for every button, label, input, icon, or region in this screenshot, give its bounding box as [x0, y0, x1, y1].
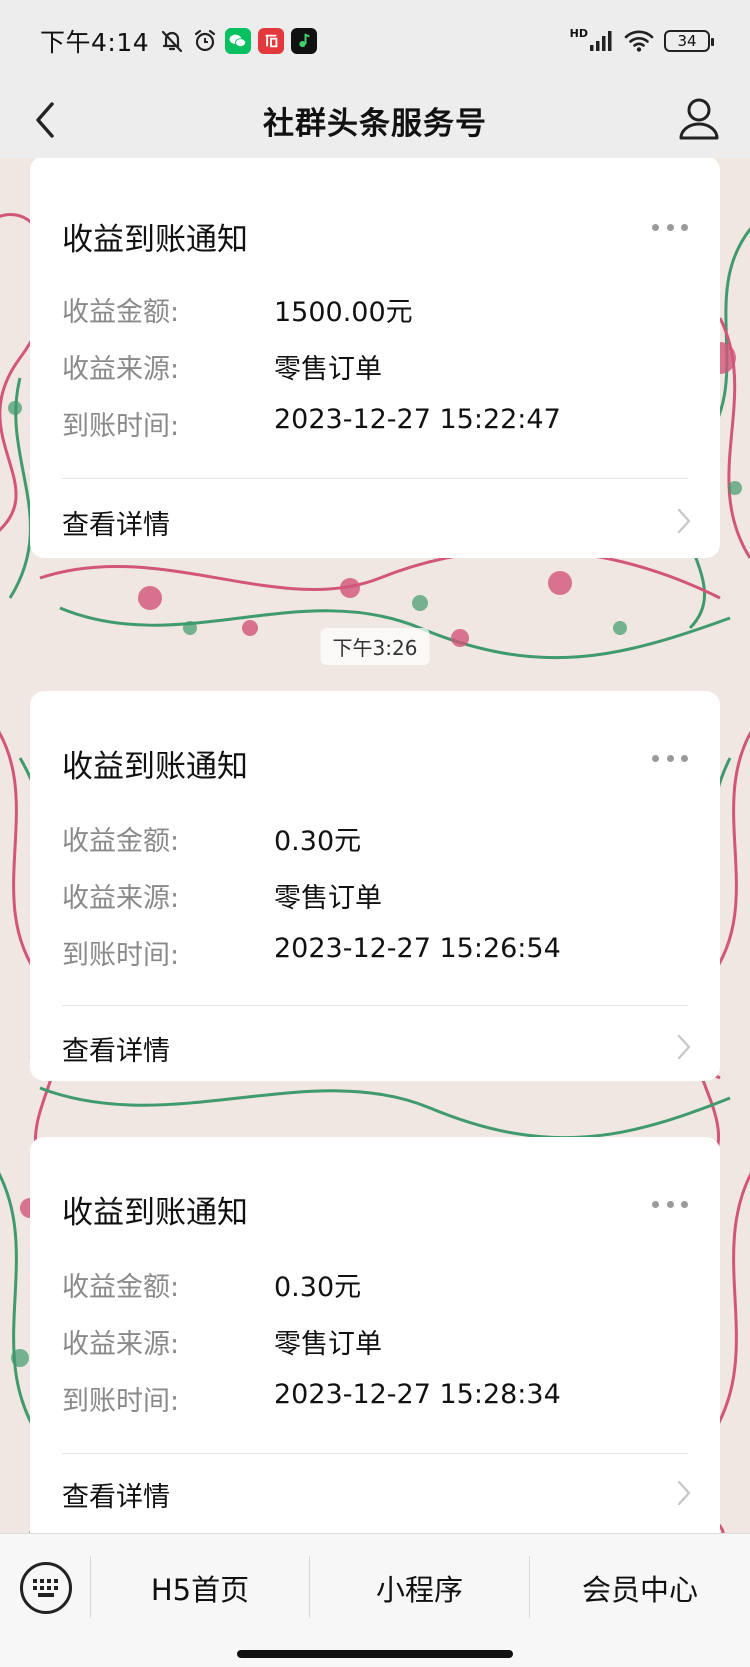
amount-row: 收益金额: 1500.00元	[62, 290, 413, 329]
wifi-icon	[624, 28, 654, 54]
status-left-icons	[159, 28, 318, 54]
chat-timestamp: 下午3:26	[320, 628, 430, 665]
keyboard-toggle-button[interactable]	[20, 1562, 72, 1614]
alarm-icon	[192, 28, 218, 54]
amount-label: 收益金额:	[62, 826, 180, 857]
home-indicator[interactable]	[237, 1650, 513, 1658]
menu-item-h5-home[interactable]: H5首页	[91, 1560, 309, 1616]
source-row: 收益来源: 零售订单	[62, 347, 382, 386]
source-value: 零售订单	[274, 354, 382, 385]
card-title: 收益到账通知	[62, 222, 248, 258]
bottom-menu: H5首页 小程序 会员中心	[0, 1533, 750, 1667]
source-label: 收益来源:	[62, 1329, 180, 1360]
time-value: 2023-12-27 15:26:54	[274, 933, 561, 964]
back-button[interactable]	[26, 96, 66, 144]
wechat-icon	[225, 28, 252, 54]
notification-card[interactable]: 收益到账通知 收益金额: 0.30元 收益来源: 零售订单 到账时间: 2023…	[30, 691, 720, 1081]
back-arrow-icon	[36, 102, 54, 138]
time-label: 到账时间:	[62, 411, 180, 442]
amount-row: 收益金额: 0.30元	[62, 1265, 361, 1304]
profile-button[interactable]	[676, 94, 722, 144]
card-divider	[62, 478, 688, 479]
taobao-icon	[258, 28, 285, 54]
menu-item-member-center[interactable]: 会员中心	[530, 1560, 750, 1616]
time-value: 2023-12-27 15:28:34	[274, 1379, 561, 1410]
more-icon[interactable]	[652, 753, 688, 763]
chevron-right-icon	[677, 1480, 691, 1506]
nav-bar: 社群头条服务号	[0, 82, 750, 158]
card-divider	[62, 1005, 688, 1006]
chevron-right-icon	[677, 508, 691, 534]
amount-value: 1500.00元	[274, 297, 413, 328]
signal-icon	[588, 28, 614, 54]
battery-icon: 34	[664, 30, 714, 52]
status-bar: 下午4:14 HD 34	[0, 0, 750, 82]
amount-label: 收益金额:	[62, 297, 180, 328]
source-row: 收益来源: 零售订单	[62, 876, 382, 915]
chevron-right-icon	[677, 1034, 691, 1060]
time-row: 到账时间: 2023-12-27 15:26:54	[62, 933, 561, 972]
time-value: 2023-12-27 15:22:47	[274, 404, 561, 435]
more-icon[interactable]	[652, 222, 688, 232]
time-label: 到账时间:	[62, 1386, 180, 1417]
menu-item-mini-program[interactable]: 小程序	[310, 1560, 529, 1616]
amount-label: 收益金额:	[62, 1272, 180, 1303]
status-right-icons: HD 34	[569, 26, 714, 54]
time-row: 到账时间: 2023-12-27 15:22:47	[62, 404, 561, 443]
source-value: 零售订单	[274, 1329, 382, 1360]
page-title: 社群头条服务号	[263, 105, 487, 142]
bell-off-icon	[159, 28, 185, 54]
network-badge: HD	[569, 26, 588, 40]
time-label: 到账时间:	[62, 940, 180, 971]
time-row: 到账时间: 2023-12-27 15:28:34	[62, 1379, 561, 1418]
status-time: 下午4:14	[40, 28, 150, 57]
card-divider	[62, 1453, 688, 1454]
screen: 下午4:14 HD 34 社群头条服务号 收益到账通知 收益金额: 1500.0…	[0, 0, 750, 1667]
amount-row: 收益金额: 0.30元	[62, 819, 361, 858]
source-label: 收益来源:	[62, 883, 180, 914]
notification-card[interactable]: 收益到账通知 收益金额: 0.30元 收益来源: 零售订单 到账时间: 2023…	[30, 1137, 720, 1533]
amount-value: 0.30元	[274, 826, 362, 857]
amount-value: 0.30元	[274, 1272, 362, 1303]
music-app-icon	[291, 28, 318, 54]
source-label: 收益来源:	[62, 354, 180, 385]
source-value: 零售订单	[274, 883, 382, 914]
user-icon	[679, 98, 719, 140]
view-details-link[interactable]: 查看详情	[62, 1475, 170, 1514]
source-row: 收益来源: 零售订单	[62, 1322, 382, 1361]
chat-area[interactable]: 收益到账通知 收益金额: 1500.00元 收益来源: 零售订单 到账时间: 2…	[0, 158, 750, 1533]
keyboard-icon	[33, 1579, 58, 1597]
view-details-link[interactable]: 查看详情	[62, 1029, 170, 1068]
view-details-link[interactable]: 查看详情	[62, 503, 170, 542]
card-title: 收益到账通知	[62, 749, 248, 785]
more-icon[interactable]	[652, 1199, 688, 1209]
card-title: 收益到账通知	[62, 1195, 248, 1231]
notification-card[interactable]: 收益到账通知 收益金额: 1500.00元 收益来源: 零售订单 到账时间: 2…	[30, 158, 720, 558]
